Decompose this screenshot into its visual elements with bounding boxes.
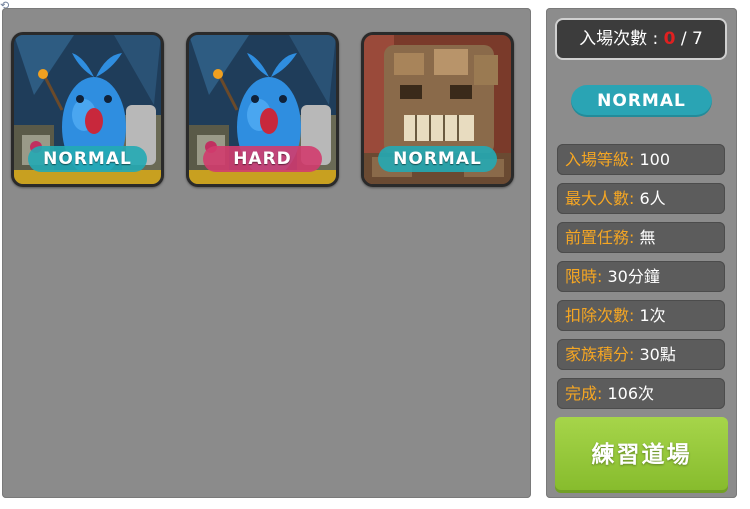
- info-value: 100: [639, 150, 671, 169]
- info-label: 扣除次數:: [565, 306, 635, 325]
- info-row-prerequisite: 前置任務: 無: [557, 222, 725, 253]
- info-label: 限時:: [565, 267, 603, 286]
- info-row-time-limit: 限時: 30分鐘: [557, 261, 725, 292]
- entry-count-label: 入場次數 :: [579, 29, 664, 49]
- difficulty-badge: HARD: [203, 146, 322, 172]
- info-label: 入場等級:: [565, 150, 635, 169]
- difficulty-badge: NORMAL: [378, 146, 497, 172]
- entry-count-max: 7: [692, 29, 703, 49]
- dungeon-info-panel: 入場次數 : 0 / 7 NORMAL 入場等級: 100 最大人數: 6人 前…: [546, 8, 737, 498]
- entry-count-separator: /: [675, 29, 693, 49]
- difficulty-badge: NORMAL: [28, 146, 147, 172]
- dungeon-card-1[interactable]: NORMAL: [11, 32, 164, 187]
- sprout-creature-art: NORMAL: [14, 35, 161, 184]
- info-value: 106次: [607, 384, 655, 403]
- info-value: 30點: [639, 345, 676, 364]
- info-label: 最大人數:: [565, 189, 635, 208]
- dungeon-card-3[interactable]: NORMAL: [361, 32, 514, 187]
- entry-count: 入場次數 : 0 / 7: [555, 18, 727, 60]
- info-label: 家族積分:: [565, 345, 635, 364]
- info-value: 30分鐘: [607, 267, 660, 286]
- selected-mode-badge: NORMAL: [571, 85, 712, 117]
- practice-dojo-button[interactable]: 練習道場: [555, 417, 728, 493]
- stone-golem-art: NORMAL: [364, 35, 511, 184]
- entry-count-current: 0: [663, 29, 676, 49]
- info-row-entry-level: 入場等級: 100: [557, 144, 725, 175]
- info-label: 完成:: [565, 384, 603, 403]
- info-label: 前置任務:: [565, 228, 635, 247]
- dungeon-list-panel: NORMAL HARD NORMAL: [2, 8, 531, 498]
- info-row-completed: 完成: 106次: [557, 378, 725, 409]
- info-value: 1次: [639, 306, 666, 325]
- dungeon-card-2[interactable]: HARD: [186, 32, 339, 187]
- sprout-creature-art: HARD: [189, 35, 336, 184]
- info-value: 無: [639, 228, 656, 247]
- info-value: 6人: [639, 189, 666, 208]
- info-row-max-players: 最大人數: 6人: [557, 183, 725, 214]
- info-row-deduction: 扣除次數: 1次: [557, 300, 725, 331]
- info-row-guild-points: 家族積分: 30點: [557, 339, 725, 370]
